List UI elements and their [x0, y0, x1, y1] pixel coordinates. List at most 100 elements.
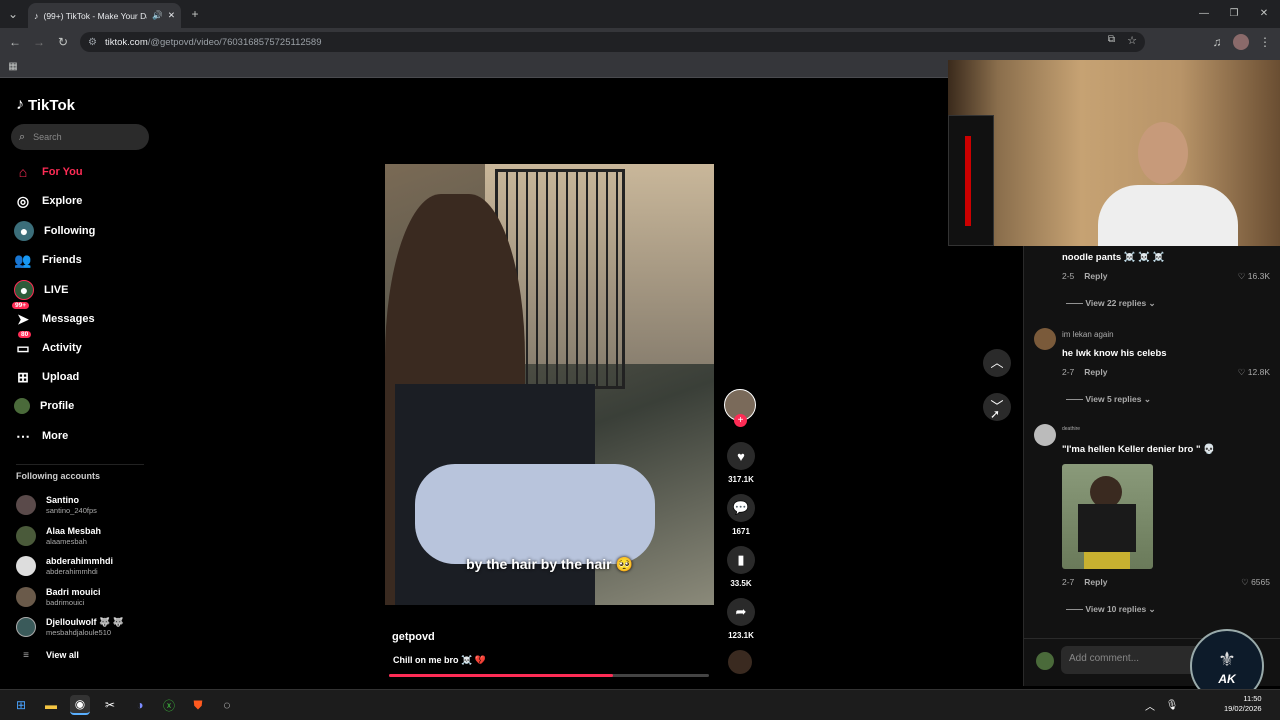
minimize-icon[interactable]: — — [1195, 4, 1213, 24]
tab-list-icon[interactable]: ⌄ — [4, 4, 22, 24]
profile-avatar[interactable] — [1233, 34, 1249, 50]
activity-badge: 80 — [18, 331, 32, 338]
nav-upload[interactable]: ⊞ Upload — [14, 368, 79, 386]
account-item[interactable]: Santino santino_240fps — [16, 495, 97, 515]
bookmark-star-icon[interactable]: ☆ — [1127, 34, 1137, 47]
forward-icon[interactable]: → — [30, 32, 48, 52]
list-icon: ≡ — [23, 650, 29, 661]
nav-label: For You — [42, 166, 83, 178]
tab-title: (99+) TikTok - Make Your Da — [43, 10, 148, 21]
browser-tab[interactable]: ♪ (99+) TikTok - Make Your Da 🔊 ✕ — [28, 3, 181, 28]
view-replies-button[interactable]: —— View 22 replies ⌄ — [1066, 298, 1156, 309]
nav-live[interactable]: ● LIVE — [14, 280, 68, 300]
nav-profile[interactable]: Profile — [14, 398, 74, 414]
capcut-icon[interactable]: ✂ — [100, 695, 120, 715]
comment-like[interactable]: ♡ 12.8K — [1238, 367, 1270, 378]
account-item[interactable]: Badri mouici badrimouici — [16, 587, 101, 607]
site-info-icon[interactable]: ⚙ — [88, 37, 97, 48]
url-bar[interactable]: ⚙ tiktok.com/@getpovd/video/760316857572… — [80, 32, 1145, 52]
reply-button[interactable]: Reply — [1084, 271, 1107, 281]
video-player[interactable]: by the hair by the hair 🥺 — [385, 164, 714, 605]
video-sleeve — [415, 464, 655, 564]
url-host: tiktok.com — [104, 36, 148, 48]
previous-video-icon[interactable]: ︿ — [983, 349, 1011, 377]
microphone-icon[interactable]: 🎙 — [1162, 695, 1182, 715]
sidebar: ♪ TikTok ⌕ Search ⌂ For You ◎ Explore ● … — [0, 80, 160, 685]
close-tab-icon[interactable]: ✕ — [168, 10, 175, 21]
nav-label: Messages — [42, 313, 95, 325]
music-disc-icon[interactable] — [728, 650, 752, 674]
back-icon[interactable]: ← — [6, 32, 24, 52]
search-input[interactable]: ⌕ Search — [11, 124, 149, 150]
account-item[interactable]: Alaa Mesbah alaamesbah — [16, 526, 101, 546]
view-all-link[interactable]: ≡ View all — [16, 650, 79, 661]
comment-username[interactable]: im lekan again — [1062, 330, 1114, 339]
nav-activity[interactable]: ▭ 80 Activity — [14, 331, 82, 357]
clock[interactable]: 11:50 19/02/2026 — [1224, 694, 1262, 714]
install-app-icon[interactable]: ⧉ — [1108, 34, 1115, 45]
comment-like[interactable]: ♡ 16.3K — [1238, 271, 1270, 282]
account-name: Alaa Mesbah — [46, 526, 102, 536]
reply-button[interactable]: Reply — [1084, 577, 1107, 587]
media-control-icon[interactable]: ♫ — [1208, 32, 1226, 52]
nav-friends[interactable]: 👥 Friends — [14, 251, 81, 269]
video-progress-fill — [389, 674, 613, 677]
video-author[interactable]: getpovd — [392, 631, 435, 643]
avatar[interactable] — [1034, 424, 1056, 446]
comment-date: 2-5 — [1062, 271, 1075, 281]
compass-icon: ◎ — [16, 192, 30, 209]
view-replies-label: View 22 replies — [1085, 298, 1147, 308]
save-button[interactable]: ▮ 33.5K — [727, 546, 755, 588]
account-item[interactable]: Djelloulwolf 🐺 🐺 mesbahdjaloule510 — [16, 617, 124, 637]
chrome-icon[interactable]: ◉ — [70, 695, 90, 715]
comment-username[interactable]: deathire — [1062, 426, 1080, 432]
account-item[interactable]: abderahimmhdi abderahimmhdi — [16, 556, 113, 576]
close-window-icon[interactable]: ✕ — [1255, 4, 1273, 24]
comment-date: 2-7 — [1062, 577, 1075, 587]
search-icon: ⌕ — [19, 130, 26, 143]
speaker-icon[interactable]: 🔊 — [152, 10, 163, 21]
add-comment-input[interactable]: Add comment... — [1061, 646, 1211, 674]
xbox-icon[interactable]: ⓧ — [159, 695, 179, 715]
discord-icon[interactable]: ◑ — [130, 695, 150, 715]
view-replies-button[interactable]: —— View 10 replies ⌄ — [1066, 604, 1156, 615]
nav-label: Profile — [40, 400, 75, 412]
comment-button[interactable]: 💬 1671 — [727, 494, 755, 536]
obs-icon[interactable]: ◌ — [217, 695, 237, 715]
account-name: Santino — [46, 495, 79, 505]
view-replies-button[interactable]: —— View 5 replies ⌄ — [1066, 394, 1151, 405]
tray-chevron-icon[interactable]: ︿ — [1140, 695, 1160, 715]
video-progress-track[interactable] — [389, 674, 709, 677]
like-button[interactable]: ♥ 317.1K — [727, 442, 755, 484]
nav-more[interactable]: ⋯ More — [14, 427, 68, 445]
follow-plus-icon[interactable]: + — [734, 414, 747, 427]
brave-icon[interactable]: ⛊ — [188, 695, 208, 715]
nav-for-you[interactable]: ⌂ For You — [14, 163, 83, 181]
apps-grid-icon[interactable]: ▦ — [5, 57, 21, 77]
avatar[interactable] — [1034, 328, 1056, 350]
tiktok-logo[interactable]: ♪ TikTok — [16, 96, 75, 114]
comment-image[interactable] — [1062, 464, 1153, 569]
avatar — [16, 495, 36, 515]
nav-label: Activity — [42, 342, 82, 354]
avatar — [16, 556, 36, 576]
account-name: Badri mouici — [46, 587, 101, 597]
windows-start-icon[interactable]: ⊞ — [11, 695, 31, 715]
nav-following[interactable]: ● Following — [14, 221, 95, 241]
search-placeholder: Search — [33, 132, 62, 142]
home-icon: ⌂ — [18, 164, 28, 180]
file-explorer-icon[interactable]: ▬ — [41, 695, 61, 715]
new-tab-icon[interactable]: + — [186, 4, 204, 24]
nav-messages[interactable]: ➤ 99+ Messages — [12, 302, 95, 328]
nav-explore[interactable]: ◎ Explore — [14, 192, 82, 210]
maximize-icon[interactable]: ❐ — [1225, 4, 1243, 24]
divider — [16, 464, 144, 465]
comment-like[interactable]: ♡ 6565 — [1241, 577, 1270, 588]
reply-button[interactable]: Reply — [1084, 367, 1107, 377]
like-count: 317.1K — [728, 475, 754, 484]
browser-tab-bar: ⌄ ♪ (99+) TikTok - Make Your Da 🔊 ✕ + — … — [0, 0, 1280, 28]
share-button[interactable]: ➦ 123.1K — [727, 598, 755, 640]
video-subtitle: by the hair by the hair 🥺 — [466, 556, 633, 572]
reload-icon[interactable]: ↻ — [54, 32, 72, 52]
menu-icon[interactable]: ⋮ — [1256, 32, 1274, 52]
